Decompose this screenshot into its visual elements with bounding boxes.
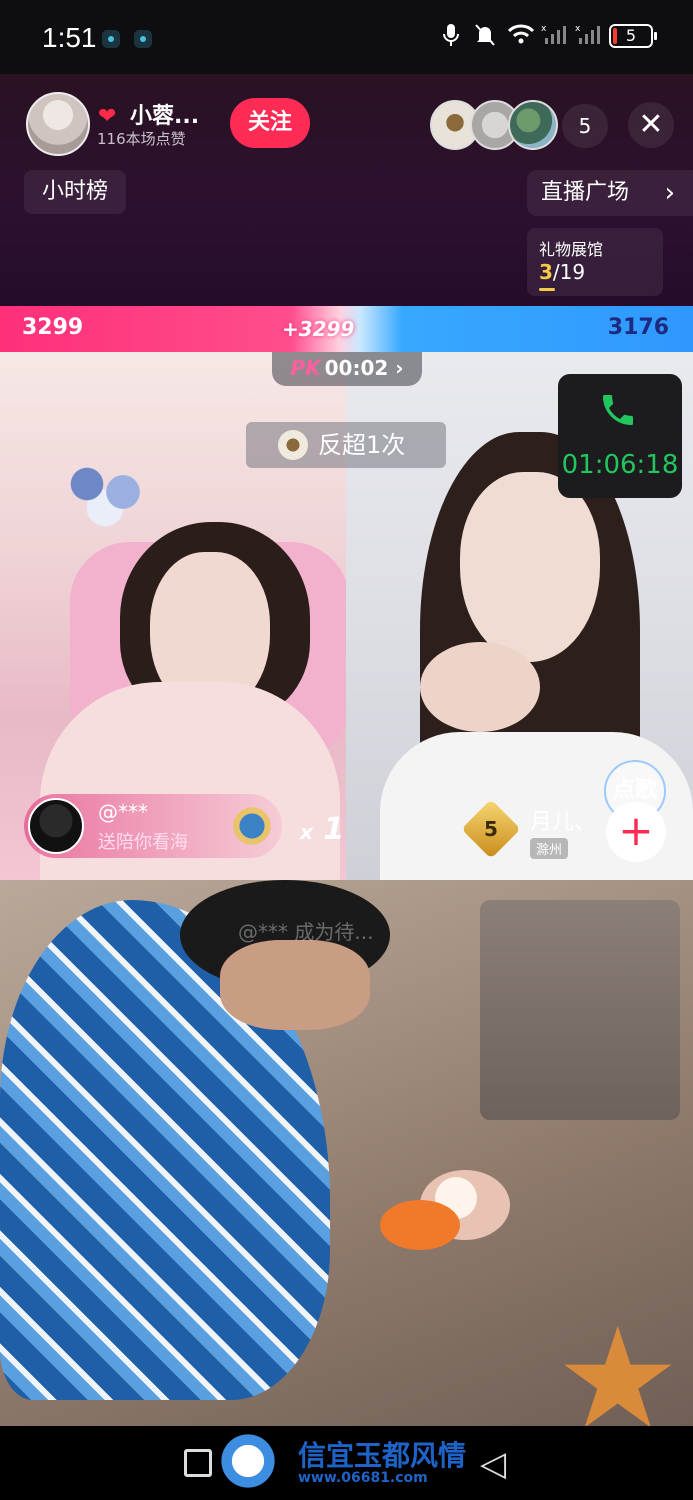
mute-icon bbox=[473, 22, 497, 50]
mic-icon bbox=[439, 22, 463, 50]
scene-overlay-text: @*** 成为待... bbox=[238, 920, 374, 944]
gift-hall-current: 3 bbox=[539, 260, 553, 284]
status-time: 1:51 bbox=[42, 22, 97, 53]
pk-delta: +3299 bbox=[282, 317, 355, 341]
gift-animation-scene: ★ @*** 成为待... bbox=[0, 880, 693, 1426]
gift-icon bbox=[224, 796, 280, 856]
notification-icon bbox=[102, 30, 120, 48]
gift-hall-title: 礼物展馆 bbox=[539, 240, 604, 259]
gift-combo: x 1 bbox=[300, 812, 344, 847]
call-widget[interactable]: 01:06:18 bbox=[558, 374, 682, 498]
pk-overlays: PK 00:02 › 反超1次 01:06:18 @*** 送陪你看海 x 1 5… bbox=[0, 352, 693, 880]
crab-icon bbox=[380, 1200, 460, 1250]
live-square-label: 直播广场 bbox=[541, 180, 630, 205]
anchor-likes: 116本场点赞 bbox=[97, 130, 186, 148]
signal-icon: x bbox=[575, 22, 600, 50]
pk-logo: PK bbox=[290, 356, 321, 380]
signal-icon: x bbox=[541, 22, 566, 50]
opponent-name[interactable]: 月儿、 bbox=[530, 804, 596, 836]
starfish-icon: ★ bbox=[555, 1298, 681, 1427]
pk-timer-value: 00:02 bbox=[324, 356, 389, 380]
svg-text:x: x bbox=[575, 24, 581, 34]
add-button[interactable]: + bbox=[606, 802, 666, 862]
watermark-logo bbox=[212, 1432, 292, 1490]
battery-icon: 5 bbox=[609, 24, 657, 48]
eagle-badge-icon bbox=[278, 430, 308, 460]
gift-combo-count: 1 bbox=[323, 812, 345, 847]
gift-hall-total: /19 bbox=[552, 260, 586, 284]
viewer-count[interactable]: 5 bbox=[562, 104, 608, 148]
svg-text:x: x bbox=[541, 24, 547, 34]
anchor-name: 小蓉... bbox=[130, 104, 200, 129]
opponent-level: 5 bbox=[484, 817, 498, 841]
level-badge-icon: 5 bbox=[461, 799, 521, 859]
watermark-url: www.06681.com bbox=[298, 1470, 428, 1486]
gift-combo-x: x bbox=[300, 820, 313, 844]
call-duration: 01:06:18 bbox=[561, 450, 679, 480]
live-header: ❤ 小蓉... 116本场点赞 关注 5 ✕ 小时榜 直播广场 › 礼物展馆 3… bbox=[0, 74, 693, 306]
figure-face bbox=[220, 940, 370, 1030]
chevron-right-icon: › bbox=[664, 178, 675, 208]
viewer-avatar[interactable] bbox=[508, 100, 558, 150]
pk-right-score: 3176 bbox=[607, 315, 669, 340]
gift-notice: @*** 送陪你看海 bbox=[24, 794, 282, 858]
pk-score-bar: 3299 +3299 3176 bbox=[0, 306, 693, 352]
watermark-title: 信宜玉都风情 bbox=[298, 1439, 467, 1472]
gift-hall-progress: 3/19 bbox=[539, 260, 585, 284]
sand-castle bbox=[480, 900, 680, 1120]
gift-message: 送陪你看海 bbox=[98, 832, 188, 853]
close-button[interactable]: ✕ bbox=[628, 102, 674, 148]
back-icon[interactable]: ◁ bbox=[480, 1444, 506, 1484]
status-bar: 1:51 x x 5 bbox=[0, 0, 693, 74]
live-square-button[interactable]: 直播广场 › bbox=[527, 170, 693, 216]
navigation-bar: 信宜玉都风情 www.06681.com ◁ bbox=[0, 1426, 693, 1500]
opponent-location: 滁州 bbox=[530, 838, 569, 859]
follow-button[interactable]: 关注 bbox=[230, 98, 310, 148]
anchor-avatar[interactable] bbox=[26, 92, 90, 156]
status-icons: x x 5 bbox=[439, 22, 657, 50]
gifter-avatar[interactable] bbox=[28, 798, 84, 854]
gift-hall-card[interactable]: 礼物展馆 3/19 bbox=[527, 228, 663, 296]
hour-rank-button[interactable]: 小时榜 bbox=[24, 170, 127, 214]
reversal-text: 反超1次 bbox=[318, 431, 406, 459]
reversal-banner: 反超1次 bbox=[246, 422, 446, 468]
wifi-icon bbox=[507, 22, 535, 50]
recents-icon[interactable] bbox=[184, 1449, 212, 1477]
phone-icon bbox=[598, 390, 638, 439]
gift-hall-bar bbox=[539, 288, 555, 291]
pk-timer[interactable]: PK 00:02 › bbox=[272, 352, 422, 386]
pk-left-score: 3299 bbox=[22, 315, 84, 340]
gifter-name: @*** bbox=[98, 800, 148, 824]
notification-icon bbox=[134, 30, 152, 48]
heart-icon: ❤ bbox=[98, 104, 117, 129]
